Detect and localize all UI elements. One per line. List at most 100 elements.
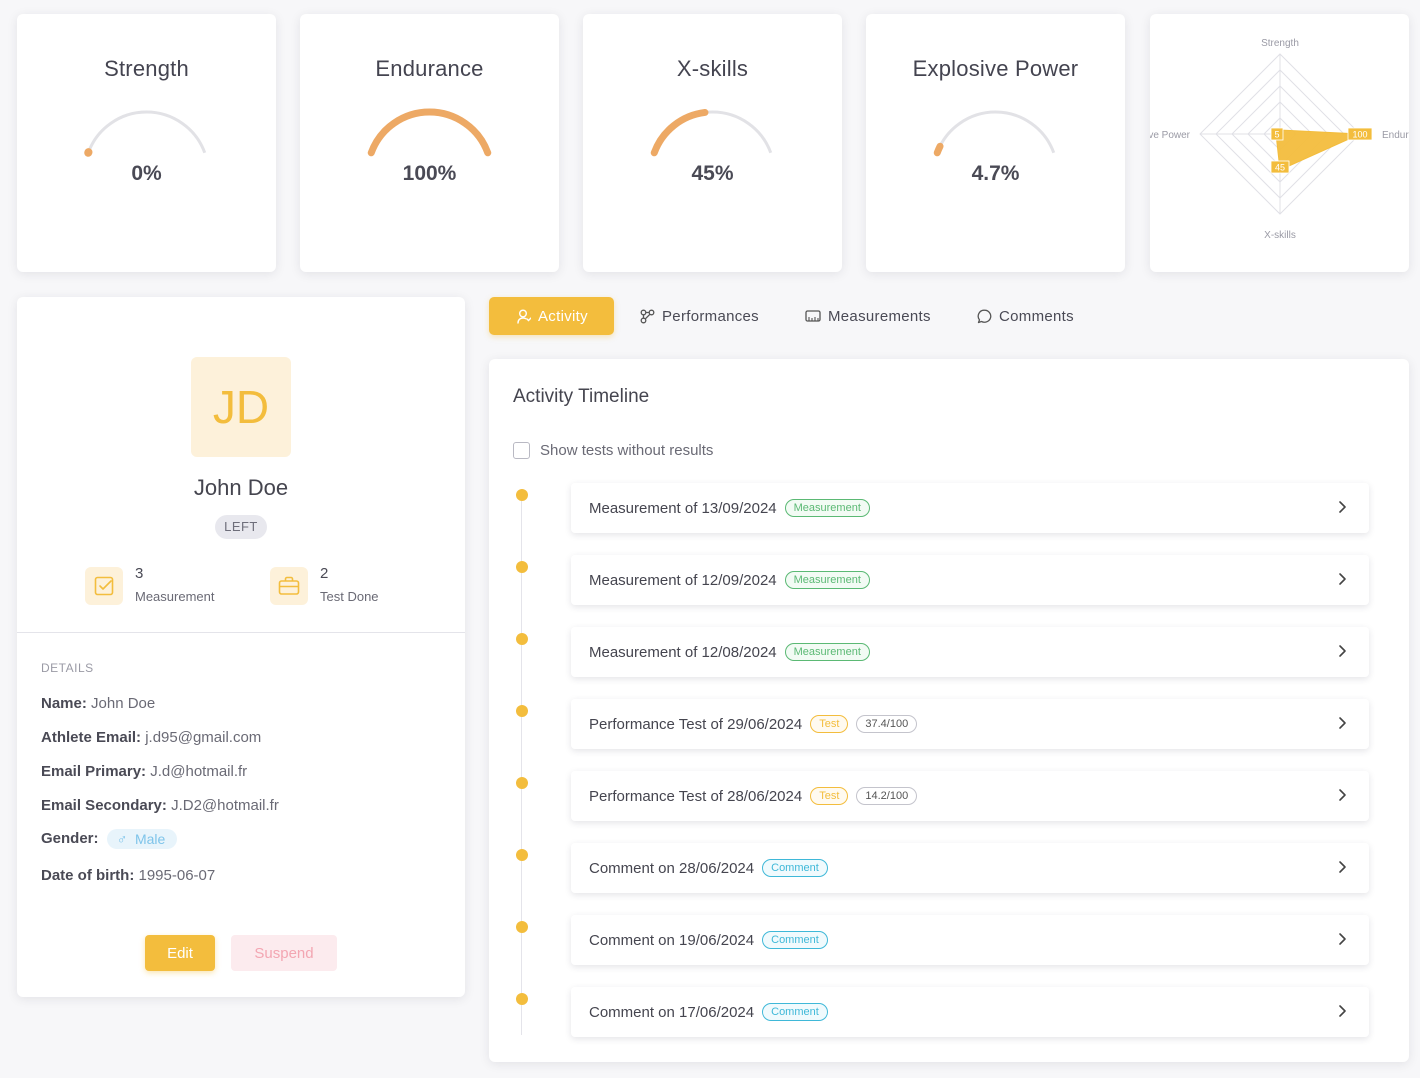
tab-label: Activity — [538, 307, 588, 325]
radar-card: Strength Endurance X-skills sive Power 5 100 4… — [1150, 14, 1409, 272]
tab-comments[interactable]: Comments — [977, 297, 1074, 335]
timeline-dot — [516, 705, 528, 717]
stat-title: Endurance — [375, 56, 484, 81]
stat-title: Strength — [104, 56, 189, 81]
timeline-dot — [516, 993, 528, 1005]
stat-title: Explosive Power — [912, 56, 1079, 81]
user-icon — [517, 309, 531, 324]
timeline-item[interactable]: Measurement of 13/09/2024 Measurement — [571, 483, 1369, 533]
show-tests-checkbox[interactable] — [513, 442, 530, 459]
gender-chip: ♂ Male — [106, 829, 178, 849]
timeline-dot — [516, 921, 528, 933]
detail-label: Date of birth: — [41, 867, 135, 884]
tab-performances[interactable]: Performances — [640, 297, 759, 335]
edit-button[interactable]: Edit — [145, 935, 215, 971]
detail-label: Email Secondary: — [41, 797, 167, 814]
stat-card-explosive-power: Explosive Power 4.7% — [866, 14, 1125, 272]
timeline-title: Activity Timeline — [513, 386, 650, 407]
gender-value: Male — [134, 831, 166, 847]
timeline-item[interactable]: Performance Test of 29/06/2024 Test 37.4/1… — [571, 699, 1369, 749]
side-badge: LEFT — [215, 515, 267, 539]
chat-icon — [977, 309, 992, 323]
radar-axis-label: X-skills — [1264, 230, 1296, 241]
detail-email-secondary: Email Secondary: J.D2@hotmail.fr — [41, 797, 279, 814]
gauge-value: 4.7% — [971, 162, 1020, 185]
detail-gender: Gender: ♂ Male — [41, 829, 178, 849]
score-badge: 14.2/100 — [856, 787, 918, 805]
timeline-dot — [516, 777, 528, 789]
tab-label: Performances — [662, 307, 759, 325]
gauge-track — [935, 110, 1056, 154]
timeline-item-title: Comment on 17/06/2024 — [589, 1003, 755, 1021]
timeline-item[interactable]: Performance Test of 28/06/2024 Test 14.2/1… — [571, 771, 1369, 821]
radar-chart: Strength Endurance X-skills sive Power 5 100 4… — [1150, 38, 1409, 241]
stat-count: 2 — [320, 565, 329, 582]
detail-label: Email Primary: — [41, 763, 147, 780]
chevron-right-icon[interactable] — [1337, 788, 1347, 802]
detail-email-primary: Email Primary: J.d@hotmail.fr — [41, 763, 247, 780]
detail-value: John Doe — [91, 695, 156, 712]
ruler-icon — [805, 310, 821, 322]
type-badge: Measurement — [784, 643, 870, 661]
detail-name: Name: John Doe — [41, 695, 155, 712]
type-badge: Test — [810, 715, 849, 733]
gauge-track — [369, 110, 490, 154]
profile-name: John Doe — [193, 475, 289, 500]
timeline-item-title: Performance Test of 29/06/2024 — [589, 715, 803, 733]
radar-value-label: 100 — [1347, 127, 1373, 141]
checkbox-icon — [85, 567, 123, 605]
tab-activity[interactable]: Activity — [489, 297, 614, 335]
type-badge: Comment — [762, 931, 828, 949]
svg-text:100: 100 — [1352, 130, 1367, 140]
checkbox-label[interactable]: Show tests without results — [540, 442, 713, 459]
detail-label: Gender: — [41, 829, 99, 847]
chevron-right-icon[interactable] — [1337, 500, 1347, 514]
timeline-dot — [516, 489, 528, 501]
timeline-item[interactable]: Comment on 19/06/2024 Comment — [571, 915, 1369, 965]
gauge-value: 0% — [131, 162, 162, 185]
gauge-fill — [367, 108, 492, 157]
chevron-right-icon[interactable] — [1337, 644, 1347, 658]
detail-label: Name: — [41, 695, 87, 712]
detail-dob: Date of birth: 1995-06-07 — [41, 867, 215, 884]
radar-value-label: 5 — [1270, 127, 1284, 141]
detail-value: j.d95@gmail.com — [145, 729, 262, 746]
chevron-right-icon[interactable] — [1337, 572, 1347, 586]
type-badge: Measurement — [784, 499, 870, 517]
profile-card: JD John Doe LEFT 3 Measurement 2 Test Do… — [17, 297, 465, 997]
stat-card-x-skills: X-skills 45% — [583, 14, 842, 272]
timeline-item[interactable]: Comment on 28/06/2024 Comment — [571, 843, 1369, 893]
avatar: JD — [191, 357, 291, 457]
gauge-track — [652, 110, 773, 154]
timeline-item-title: Comment on 28/06/2024 — [589, 859, 755, 877]
timeline-dot — [516, 633, 528, 645]
male-icon: ♂ — [116, 831, 128, 847]
timeline-item[interactable]: Comment on 17/06/2024 Comment — [571, 987, 1369, 1037]
stat-card-endurance: Endurance 100% — [300, 14, 559, 272]
timeline-line — [521, 495, 522, 1035]
gauge-track — [86, 110, 207, 154]
chevron-right-icon[interactable] — [1337, 1004, 1347, 1018]
score-badge: 37.4/100 — [856, 715, 918, 733]
detail-value: 1995-06-07 — [138, 867, 216, 884]
chevron-right-icon[interactable] — [1337, 716, 1347, 730]
timeline-item[interactable]: Measurement of 12/08/2024 Measurement — [571, 627, 1369, 677]
detail-value: J.d@hotmail.fr — [150, 763, 248, 780]
gauge-value: 100% — [402, 162, 457, 185]
radar-value-label: 45 — [1270, 160, 1290, 174]
gauge-fill — [933, 142, 944, 157]
stat-card-strength: Strength 0% — [17, 14, 276, 272]
timeline-item-title: Comment on 19/06/2024 — [589, 931, 755, 949]
timeline-item-title: Measurement of 12/08/2024 — [589, 643, 777, 661]
tab-measurements[interactable]: Measurements — [805, 297, 931, 335]
type-badge: Comment — [762, 1003, 828, 1021]
stat-count: 3 — [135, 565, 144, 582]
chevron-right-icon[interactable] — [1337, 860, 1347, 874]
timeline-item[interactable]: Measurement of 12/09/2024 Measurement — [571, 555, 1369, 605]
timeline-item-title: Measurement of 12/09/2024 — [589, 571, 777, 589]
suspend-button[interactable]: Suspend — [231, 935, 337, 971]
tab-label: Measurements — [828, 307, 931, 325]
stat-title: X-skills — [676, 56, 749, 81]
chevron-right-icon[interactable] — [1337, 932, 1347, 946]
detail-value: J.D2@hotmail.fr — [171, 797, 279, 814]
